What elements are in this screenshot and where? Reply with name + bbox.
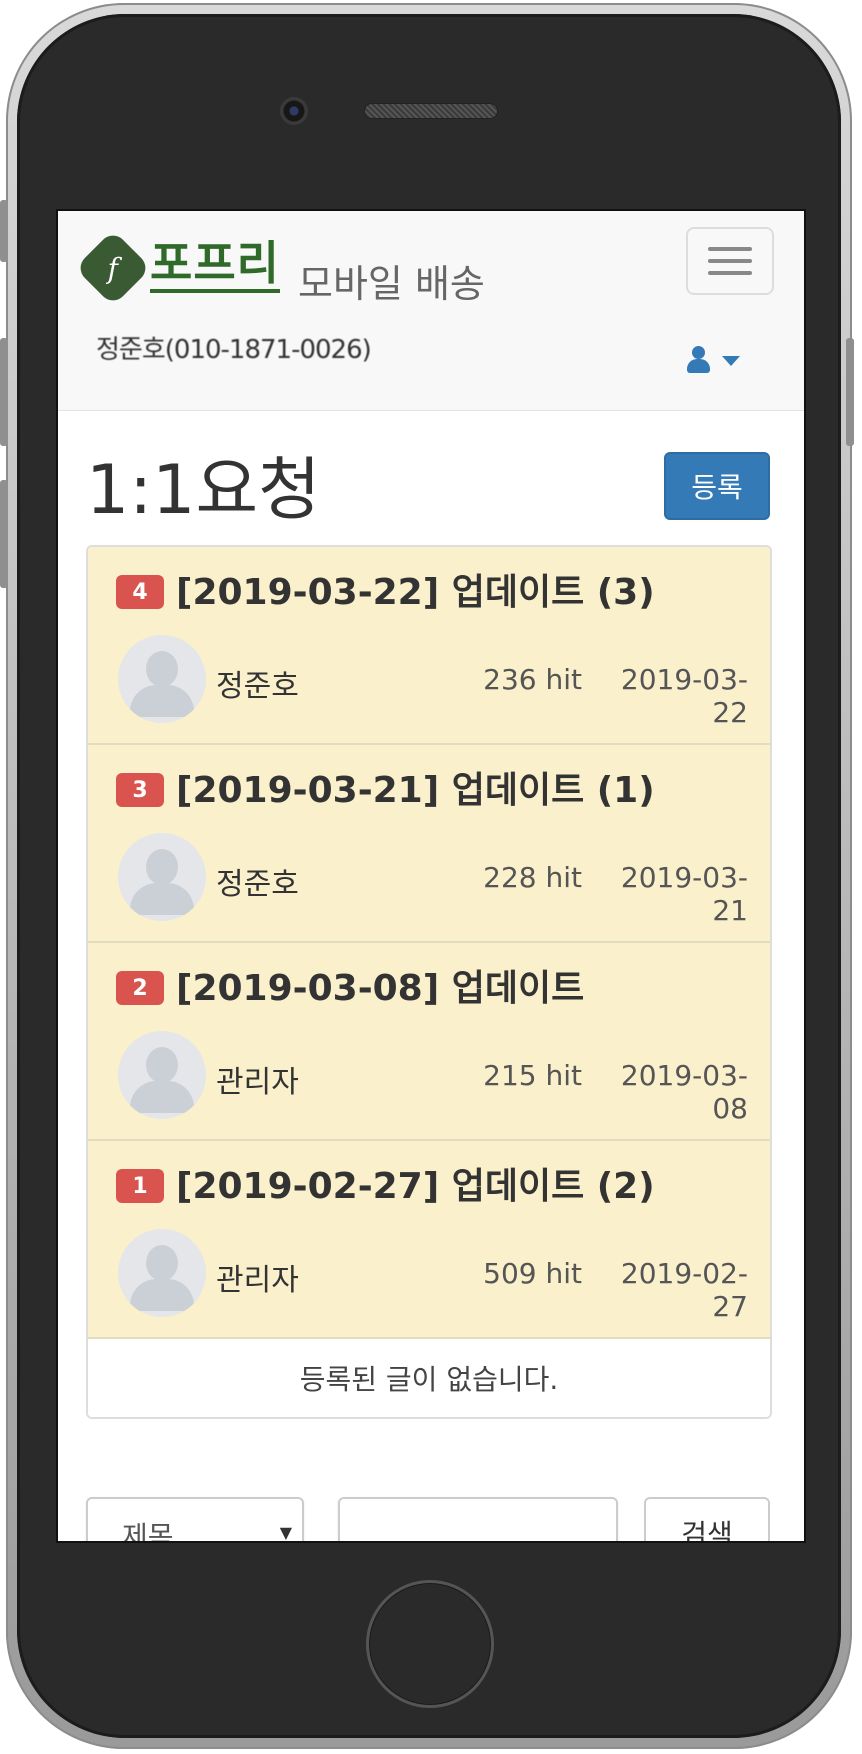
post-hits: 509 hit xyxy=(483,1257,582,1290)
search-bar: 제목 ▼ 검색 xyxy=(86,1497,776,1543)
register-button[interactable]: 등록 xyxy=(664,452,770,520)
post-title[interactable]: [2019-02-27] 업데이트 (2) xyxy=(176,1157,655,1209)
search-field-selected: 제목 xyxy=(122,1520,174,1543)
search-field-select[interactable]: 제목 ▼ xyxy=(86,1497,304,1543)
phone-home-button[interactable] xyxy=(366,1580,494,1708)
post-title[interactable]: [2019-03-21] 업데이트 (1) xyxy=(176,761,655,813)
post-author: 관리자 xyxy=(216,1263,299,1298)
triangle-down-icon: ▼ xyxy=(279,1523,292,1542)
brand-name[interactable]: 포프리 xyxy=(150,237,280,293)
avatar xyxy=(118,635,206,723)
menu-toggle-button[interactable] xyxy=(686,227,774,295)
avatar xyxy=(118,1229,206,1317)
user-menu-dropdown[interactable] xyxy=(686,341,756,381)
phone-volume-up xyxy=(0,338,8,446)
list-item[interactable]: 1 [2019-02-27] 업데이트 (2) 관리자 509 hit 2019… xyxy=(88,1141,770,1339)
post-author: 정준호 xyxy=(216,867,299,902)
hamburger-icon xyxy=(708,271,752,275)
post-date: 2019-03-08 xyxy=(620,1059,748,1125)
search-button[interactable]: 검색 xyxy=(644,1497,770,1541)
post-author: 정준호 xyxy=(216,669,299,704)
phone-camera xyxy=(280,97,308,125)
screen: 𝑓 포프리 모바일 배송 정준호(010-1871-0026) 1:1요청 등록… xyxy=(56,209,806,1543)
post-number-badge: 2 xyxy=(116,971,164,1005)
phone-power-button xyxy=(846,338,854,446)
post-title[interactable]: [2019-03-22] 업데이트 (3) xyxy=(176,563,655,615)
brand-logo-icon[interactable]: 𝑓 xyxy=(74,229,152,307)
post-date: 2019-02-27 xyxy=(620,1257,748,1323)
post-hits: 236 hit xyxy=(483,663,582,696)
post-number-badge: 4 xyxy=(116,575,164,609)
avatar xyxy=(118,833,206,921)
avatar xyxy=(118,1031,206,1119)
post-hits: 228 hit xyxy=(483,861,582,894)
user-display-name: 정준호(010-1871-0026) xyxy=(96,335,372,365)
brand-subtitle: 모바일 배송 xyxy=(298,262,485,306)
phone-speaker xyxy=(364,103,498,119)
page-title: 1:1요청 xyxy=(86,451,321,530)
post-date: 2019-03-22 xyxy=(620,663,748,729)
hamburger-icon xyxy=(708,247,752,251)
list-item[interactable]: 2 [2019-03-08] 업데이트 관리자 215 hit 2019-03-… xyxy=(88,943,770,1141)
caret-down-icon xyxy=(722,356,740,366)
post-number-badge: 3 xyxy=(116,773,164,807)
post-hits: 215 hit xyxy=(483,1059,582,1092)
phone-volume-down xyxy=(0,480,8,588)
list-item[interactable]: 3 [2019-03-21] 업데이트 (1) 정준호 228 hit 2019… xyxy=(88,745,770,943)
user-icon xyxy=(686,346,710,376)
post-date: 2019-03-21 xyxy=(620,861,748,927)
navbar: 𝑓 포프리 모바일 배송 정준호(010-1871-0026) xyxy=(58,211,804,411)
hamburger-icon xyxy=(708,259,752,263)
search-input[interactable] xyxy=(338,1497,618,1541)
phone-mute-switch xyxy=(0,200,8,262)
post-title[interactable]: [2019-03-08] 업데이트 xyxy=(176,959,584,1011)
empty-message: 등록된 글이 없습니다. xyxy=(88,1339,770,1417)
list-item[interactable]: 4 [2019-03-22] 업데이트 (3) 정준호 236 hit 2019… xyxy=(88,547,770,745)
post-list: 4 [2019-03-22] 업데이트 (3) 정준호 236 hit 2019… xyxy=(86,545,772,1419)
post-author: 관리자 xyxy=(216,1065,299,1100)
post-number-badge: 1 xyxy=(116,1169,164,1203)
